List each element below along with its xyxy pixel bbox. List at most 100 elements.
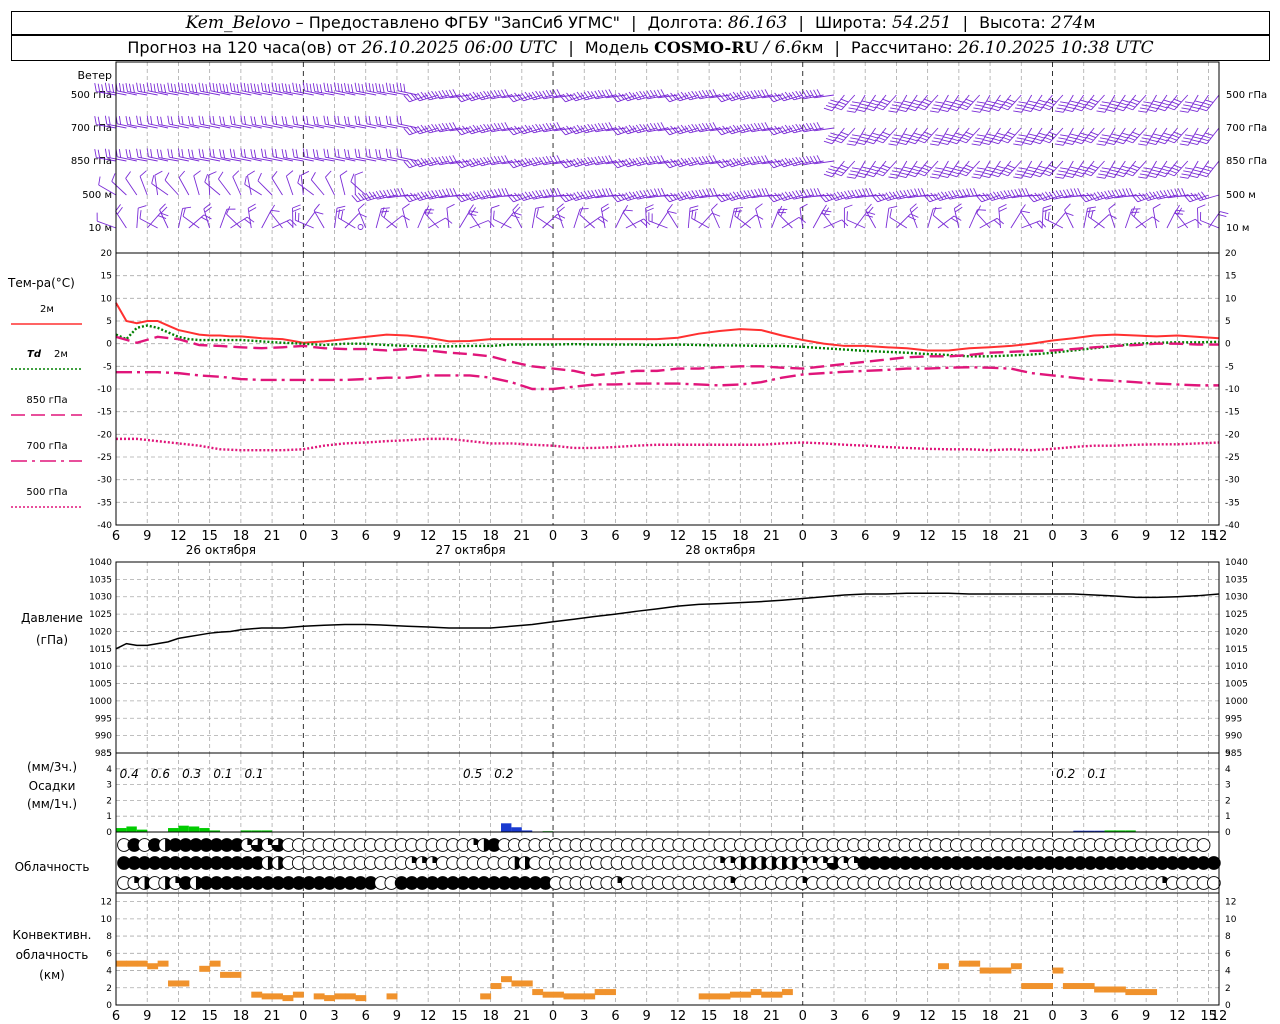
- wind-barb-staff: [244, 184, 262, 196]
- hour-label-bottom: 18: [732, 1009, 749, 1024]
- precip-total: 0.6: [151, 767, 170, 781]
- wind-barb-feather: [893, 101, 903, 104]
- wind-barb-feather: [1018, 101, 1028, 104]
- wind-barb-feather: [1151, 136, 1160, 140]
- wind-barb-feather: [755, 203, 763, 210]
- wind-barb-staff: [812, 210, 824, 229]
- wind-barb-feather: [492, 210, 495, 220]
- wind-barb-feather: [833, 172, 842, 177]
- hour-label: 9: [1142, 529, 1150, 544]
- wind-barb-feather: [1119, 102, 1128, 106]
- hour-label-bottom: 18: [233, 1009, 250, 1024]
- hour-label: 18: [482, 529, 499, 544]
- wind-barb-feather: [646, 189, 652, 198]
- wind-barb-feather: [1024, 139, 1033, 143]
- wind-barb-staff: [1020, 211, 1033, 229]
- pressure-tick-left: 1005: [89, 680, 112, 690]
- wind-barb-feather: [901, 169, 911, 173]
- hour-label: 18: [233, 529, 250, 544]
- wind-barb-feather: [835, 103, 844, 108]
- wind-barb-feather: [899, 172, 909, 176]
- wind-barb-feather: [837, 134, 847, 139]
- wind-barb-feather: [1188, 109, 1198, 113]
- convective-bar: [542, 991, 554, 998]
- wind-barb-feather: [264, 149, 267, 158]
- wind-barb-feather: [1090, 164, 1099, 169]
- wind-barb-feather: [1108, 214, 1117, 219]
- convective-tick-left: 4: [106, 967, 112, 977]
- temp-tick-right: 15: [1225, 272, 1236, 282]
- wind-barb-feather: [312, 83, 316, 92]
- wind-barb-feather: [301, 170, 310, 176]
- wind-barb-feather: [316, 83, 319, 93]
- wind-barb-staff: [924, 127, 939, 144]
- wind-barb-feather: [755, 214, 764, 220]
- wind-barb-feather: [1109, 136, 1119, 140]
- hour-label: 6: [112, 529, 120, 544]
- wind-barb-feather: [960, 136, 969, 141]
- wind-barb-feather: [871, 165, 881, 169]
- pressure-tick-left: 1040: [89, 558, 112, 568]
- temp-tick-left: -10: [97, 385, 112, 395]
- wind-barb-feather: [1016, 170, 1026, 173]
- wind-barb-staff: [1090, 94, 1105, 111]
- wind-barb-feather: [929, 143, 939, 146]
- wind-barb-feather: [1028, 100, 1037, 104]
- wind-barb-feather: [1170, 101, 1180, 106]
- temp-tick-right: -35: [1225, 498, 1240, 508]
- wind-barb-staff: [350, 181, 367, 196]
- panel-frame: [115, 561, 1220, 754]
- wind-barb-feather: [668, 210, 677, 214]
- wind-barb-staff: [1155, 127, 1168, 145]
- wind-barb-feather: [869, 102, 879, 106]
- wind-barb-feather: [1111, 133, 1121, 137]
- wind-barb-feather: [1184, 167, 1194, 170]
- wind-barb-feather: [1138, 110, 1147, 113]
- wind-barb-staff: [1197, 94, 1209, 112]
- wind-barb-feather: [1143, 101, 1152, 104]
- wind-barb-feather: [285, 83, 288, 93]
- wind-barb-feather: [212, 83, 215, 92]
- hour-label-bottom: 0: [799, 1009, 807, 1024]
- hour-label: 3: [580, 529, 588, 544]
- convective-bar: [958, 960, 970, 967]
- pressure-unit: (гПа): [36, 633, 68, 647]
- wind-barb-feather: [219, 149, 222, 158]
- wind-barb-feather: [1111, 100, 1121, 104]
- wind-barb-feather: [1119, 168, 1128, 172]
- pressure-tick-right: 1040: [1225, 558, 1248, 568]
- wind-barb-feather: [275, 83, 278, 92]
- wind-barb-feather: [1170, 134, 1180, 139]
- wind-barb-staff: [1197, 207, 1199, 229]
- wind-barb-feather: [336, 209, 345, 213]
- precip-total: 0.3: [182, 767, 201, 781]
- convective-bar: [605, 989, 616, 996]
- wind-barb-feather: [201, 149, 205, 158]
- wind-barb-feather: [848, 107, 858, 110]
- wind-barb-staff: [159, 209, 169, 229]
- wind-barb-feather: [918, 169, 928, 174]
- wind-barb-staff: [1174, 127, 1189, 144]
- wind-barb-feather: [1202, 102, 1212, 106]
- convective-bar: [750, 989, 762, 996]
- wind-barb-staff: [1041, 208, 1044, 229]
- wind-barb-feather: [996, 132, 1006, 136]
- wind-barb-feather: [1073, 173, 1082, 178]
- wind-barb-feather: [1138, 143, 1147, 146]
- precip-bar: [126, 826, 137, 832]
- wind-barb-feather: [841, 219, 849, 227]
- hour-label-bottom: 12: [1169, 1009, 1186, 1024]
- wind-barb-feather: [1109, 169, 1119, 173]
- wind-barb-feather: [986, 133, 996, 137]
- temp-tick-left: 10: [101, 294, 113, 304]
- wind-barb-feather: [893, 134, 903, 137]
- wind-barb-feather: [921, 167, 930, 172]
- wind-barb-feather: [1105, 175, 1115, 179]
- precip-tick-left: 3: [106, 781, 112, 791]
- wind-barb-feather: [160, 83, 163, 93]
- wind-barb-staff: [988, 94, 1001, 112]
- wind-barb-feather: [257, 84, 260, 93]
- pressure-tick-left: 1015: [89, 645, 112, 655]
- wind-barb-staff: [1113, 160, 1126, 178]
- wind-barb-feather: [1202, 168, 1212, 172]
